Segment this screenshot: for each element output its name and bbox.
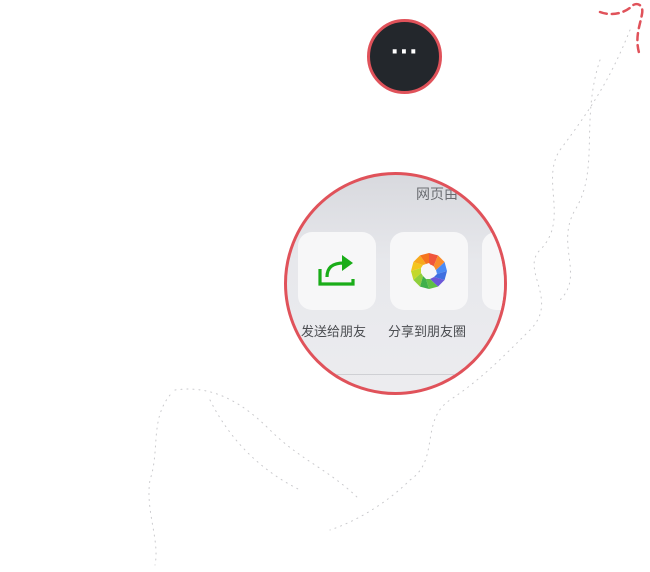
share-sheet-magnifier: 网页由 发送给朋友 分享到朋友圈	[284, 172, 507, 395]
send-to-friend-label[interactable]: 发送给朋友	[301, 321, 366, 340]
sheet-title: 网页由	[416, 186, 458, 202]
share-to-moments-label[interactable]: 分享到朋友圈	[388, 321, 466, 340]
share-action-partial[interactable]	[482, 232, 504, 310]
share-arrow-icon	[318, 255, 355, 286]
more-dots-icon: ···	[390, 39, 419, 65]
send-to-friend-button[interactable]	[298, 232, 376, 310]
share-to-moments-button[interactable]	[390, 232, 468, 310]
moments-aperture-icon	[411, 253, 447, 289]
sheet-divider	[287, 374, 504, 375]
swirl-decoration	[598, 2, 644, 58]
tutorial-canvas: ··· 网页由 发送给朋友 分享到朋友圈	[0, 0, 650, 572]
more-button[interactable]: ···	[367, 19, 442, 94]
